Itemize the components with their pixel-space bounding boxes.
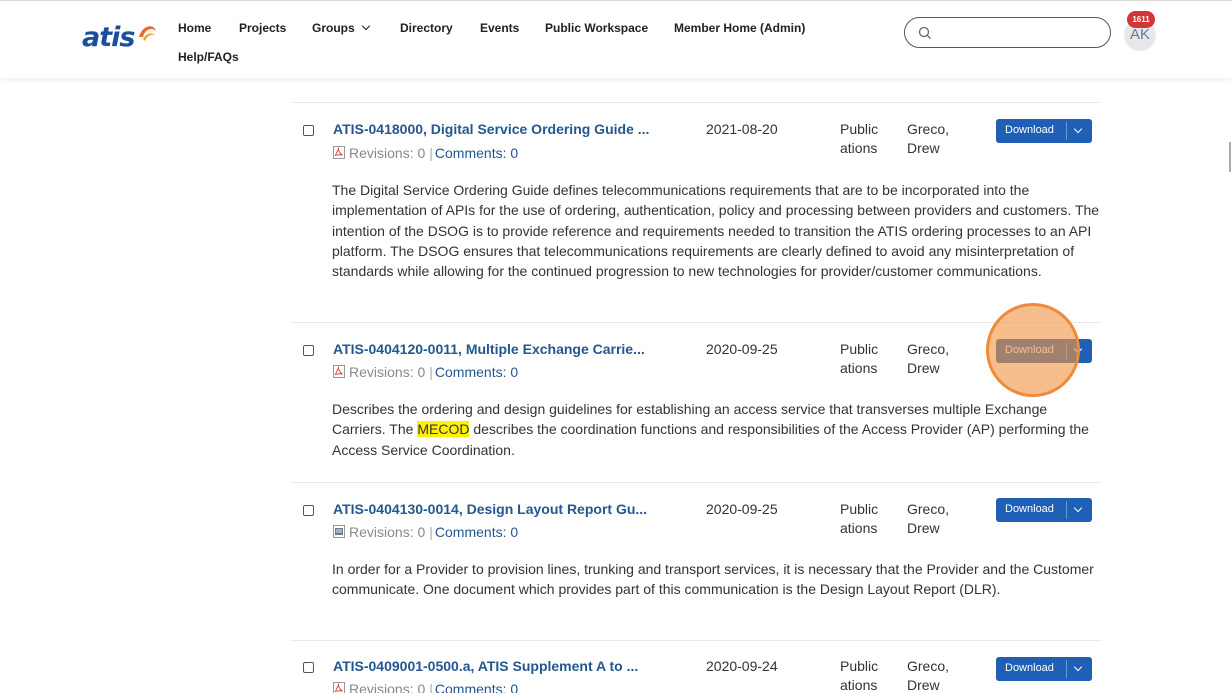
list-item: ATIS-0418000, Digital Service Ordering G…: [290, 102, 1102, 322]
button-divider: [1066, 122, 1067, 140]
comments-link[interactable]: Comments: 0: [435, 681, 518, 693]
notification-badge[interactable]: 1611: [1127, 11, 1155, 28]
word-doc-icon: [333, 525, 345, 538]
select-checkbox[interactable]: [303, 505, 314, 516]
search-term-highlight: MECOD: [417, 421, 470, 438]
nav-projects[interactable]: Projects: [239, 20, 286, 36]
atis-logo[interactable]: atis: [82, 24, 162, 51]
record-author: Greco, Drew: [907, 341, 950, 376]
search-icon: [918, 26, 931, 39]
comments-link[interactable]: Comments: 0: [435, 524, 518, 540]
record-author: Greco, Drew: [907, 121, 950, 156]
select-checkbox[interactable]: [303, 662, 314, 673]
record-meta: Revisions: 0 | Comments: 0: [333, 145, 518, 161]
record-title-link[interactable]: ATIS-0404130-0014, Design Layout Report …: [333, 501, 647, 517]
record-date: 2020-09-24: [706, 658, 778, 674]
record-date: 2020-09-25: [706, 501, 778, 517]
button-divider: [1066, 660, 1067, 678]
record-title-link[interactable]: ATIS-0404120-0011, Multiple Exchange Car…: [333, 341, 645, 357]
pdf-icon: [333, 365, 345, 378]
revisions-count: Revisions: 0: [349, 145, 426, 161]
chevron-down-icon[interactable]: [1073, 124, 1083, 134]
nav-groups[interactable]: Groups: [312, 20, 370, 36]
record-description: Describes the ordering and design guidel…: [332, 399, 1102, 460]
meta-separator: |: [429, 145, 433, 161]
comments-link[interactable]: Comments: 0: [435, 145, 518, 161]
download-label: Download: [1005, 124, 1054, 136]
download-label: Download: [1005, 344, 1054, 356]
nav-public-workspace[interactable]: Public Workspace: [545, 20, 648, 36]
button-divider: [1066, 342, 1067, 360]
nav-groups-label: Groups: [312, 21, 355, 35]
record-type: Publications: [840, 658, 879, 693]
comments-link[interactable]: Comments: 0: [435, 364, 518, 380]
select-checkbox[interactable]: [303, 125, 314, 136]
record-description: In order for a Provider to provision lin…: [332, 561, 1094, 598]
record-author: Greco, Drew: [907, 658, 950, 693]
download-button[interactable]: Download: [996, 339, 1092, 363]
site-header: atis Home Projects Groups Directory Even…: [0, 0, 1232, 78]
list-item: ATIS-0409001-0500.a, ATIS Supplement A t…: [290, 640, 1102, 693]
search-box[interactable]: [904, 17, 1111, 48]
chevron-down-icon[interactable]: [1073, 662, 1083, 672]
logo-swirl-icon: [139, 26, 156, 41]
nav-home[interactable]: Home: [178, 20, 211, 36]
list-item: ATIS-0404120-0011, Multiple Exchange Car…: [290, 322, 1102, 482]
meta-separator: |: [429, 681, 433, 693]
download-button[interactable]: Download: [996, 119, 1092, 143]
download-label: Download: [1005, 662, 1054, 674]
download-label: Download: [1005, 503, 1054, 515]
meta-separator: |: [429, 364, 433, 380]
chevron-down-icon[interactable]: [1073, 344, 1083, 354]
nav-events[interactable]: Events: [480, 20, 519, 36]
scrollbar-thumb[interactable]: [1229, 142, 1231, 172]
record-title-link[interactable]: ATIS-0409001-0500.a, ATIS Supplement A t…: [333, 658, 638, 674]
nav-help-faqs[interactable]: Help/FAQs: [178, 49, 239, 65]
revisions-count: Revisions: 0: [349, 524, 426, 540]
chevron-down-icon[interactable]: [1073, 503, 1083, 513]
pdf-icon: [333, 146, 345, 159]
chevron-down-icon: [361, 21, 370, 31]
record-title-link[interactable]: ATIS-0418000, Digital Service Ordering G…: [333, 121, 649, 137]
nav-directory[interactable]: Directory: [400, 20, 453, 36]
record-type: Publications: [840, 341, 879, 376]
record-author: Greco, Drew: [907, 501, 950, 536]
revisions-count: Revisions: 0: [349, 681, 426, 693]
record-type: Publications: [840, 121, 879, 156]
record-meta: Revisions: 0 | Comments: 0: [333, 364, 518, 380]
record-meta: Revisions: 0 | Comments: 0: [333, 681, 518, 693]
record-date: 2021-08-20: [706, 121, 778, 137]
record-meta: Revisions: 0 | Comments: 0: [333, 524, 518, 540]
button-divider: [1066, 501, 1067, 519]
record-date: 2020-09-25: [706, 341, 778, 357]
meta-separator: |: [429, 524, 433, 540]
list-item: ATIS-0404130-0014, Design Layout Report …: [290, 482, 1102, 640]
pdf-icon: [333, 682, 345, 693]
record-description: The Digital Service Ordering Guide defin…: [332, 182, 1100, 280]
download-button[interactable]: Download: [996, 657, 1092, 681]
nav-member-home[interactable]: Member Home (Admin): [674, 20, 805, 36]
record-type: Publications: [840, 501, 879, 536]
download-button[interactable]: Download: [996, 498, 1092, 522]
search-input[interactable]: [939, 23, 1099, 43]
revisions-count: Revisions: 0: [349, 364, 426, 380]
select-checkbox[interactable]: [303, 345, 314, 356]
